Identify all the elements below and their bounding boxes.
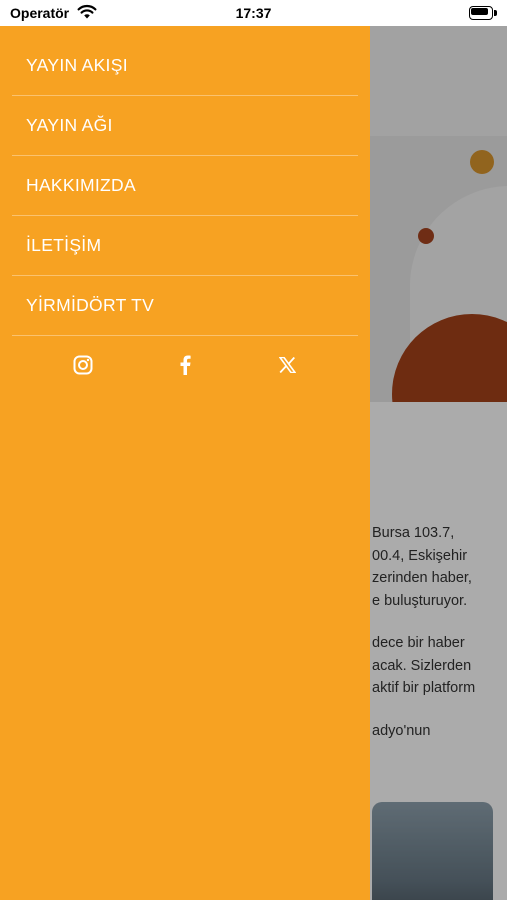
menu-item-yayin-akisi[interactable]: YAYIN AKIŞI — [12, 36, 358, 96]
menu-item-label: İLETİŞİM — [26, 235, 102, 255]
instagram-icon[interactable] — [68, 350, 98, 380]
menu-item-hakkimizda[interactable]: HAKKIMIZDA — [12, 156, 358, 216]
status-bar: Operatör 17:37 — [0, 0, 507, 26]
menu-item-label: YAYIN AKIŞI — [26, 55, 128, 75]
social-links — [12, 336, 358, 394]
drawer-menu: YAYIN AKIŞI YAYIN AĞI HAKKIMIZDA İLETİŞİ… — [12, 36, 358, 336]
menu-item-label: YAYIN AĞI — [26, 115, 113, 135]
menu-item-yirmidort-tv[interactable]: YİRMİDÖRT TV — [12, 276, 358, 336]
menu-item-label: HAKKIMIZDA — [26, 175, 136, 195]
x-icon[interactable] — [272, 350, 302, 380]
side-drawer: YAYIN AKIŞI YAYIN AĞI HAKKIMIZDA İLETİŞİ… — [0, 26, 370, 900]
menu-item-yayin-agi[interactable]: YAYIN AĞI — [12, 96, 358, 156]
facebook-icon[interactable] — [170, 350, 200, 380]
menu-item-iletisim[interactable]: İLETİŞİM — [12, 216, 358, 276]
clock: 17:37 — [235, 5, 272, 21]
menu-item-label: YİRMİDÖRT TV — [26, 295, 155, 315]
battery-icon — [469, 6, 497, 20]
